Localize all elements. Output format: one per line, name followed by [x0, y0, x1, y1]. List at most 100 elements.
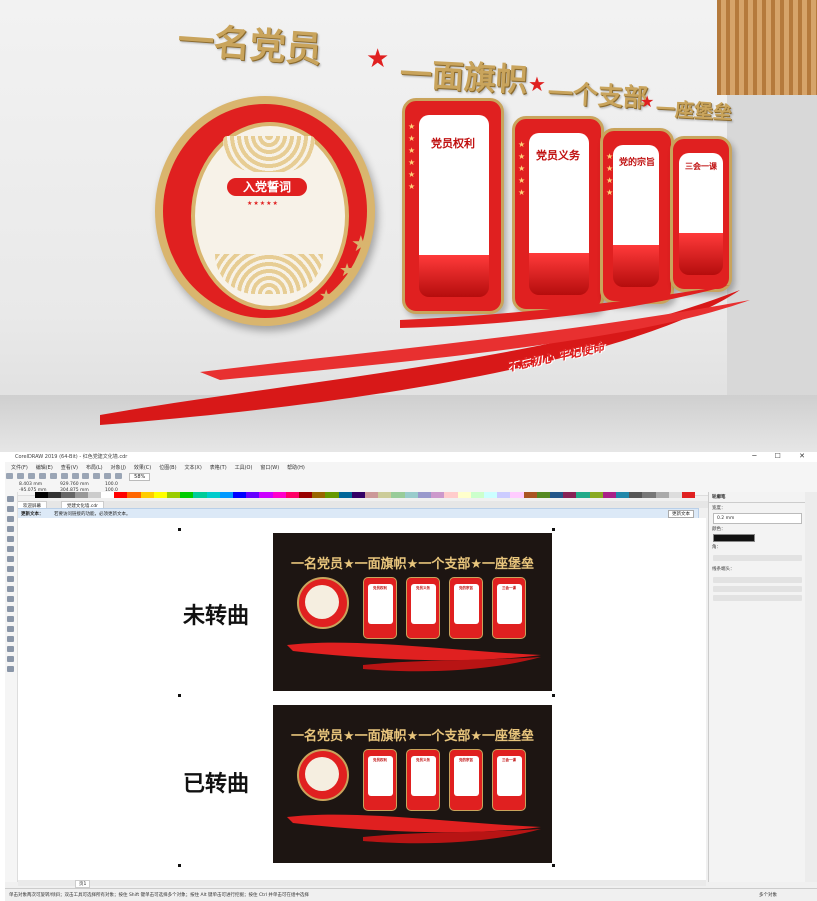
selection-handle[interactable] [552, 864, 555, 867]
docker-tab-strip[interactable] [805, 492, 817, 882]
smart-fill-icon[interactable] [7, 656, 14, 662]
palette-swatch[interactable] [417, 492, 432, 498]
outline-color-swatch[interactable] [713, 534, 755, 542]
palette-swatch[interactable] [470, 492, 484, 498]
palette-swatch[interactable] [629, 492, 643, 498]
palette-swatch[interactable] [404, 492, 418, 498]
palette-swatch[interactable] [193, 492, 207, 498]
menu-window[interactable]: 窗口(W) [260, 464, 279, 471]
palette-swatch[interactable] [576, 492, 590, 498]
menu-help[interactable]: 帮助(H) [287, 464, 305, 471]
ellipse-tool-icon[interactable] [7, 566, 14, 572]
palette-swatch[interactable] [180, 492, 194, 498]
palette-swatch[interactable] [642, 492, 656, 498]
palette-swatch[interactable] [655, 492, 669, 498]
outline-width-field[interactable]: 0.2 mm [713, 513, 802, 524]
palette-swatch[interactable] [127, 492, 141, 498]
width-field[interactable]: 929.760 mm [60, 482, 89, 487]
window-controls[interactable]: ─ ☐ ✕ [752, 452, 813, 460]
palette-swatch[interactable] [497, 492, 511, 498]
print-icon[interactable] [38, 473, 46, 479]
palette-swatch[interactable] [325, 492, 339, 498]
zoom-select[interactable]: 58% [129, 473, 151, 481]
palette-swatch[interactable] [602, 492, 616, 498]
new-icon[interactable] [6, 473, 13, 479]
menu-tools[interactable]: 工具(O) [235, 464, 253, 471]
palette-swatch[interactable] [272, 492, 286, 498]
palette-swatch[interactable] [457, 492, 471, 498]
interactive-fill-icon[interactable] [7, 646, 14, 652]
palette-swatch[interactable] [87, 492, 102, 498]
undo-icon[interactable] [82, 473, 90, 479]
copy-icon[interactable] [60, 473, 68, 479]
redo-icon[interactable] [93, 473, 101, 479]
palette-swatch[interactable] [114, 492, 128, 498]
cut-icon[interactable] [49, 473, 57, 479]
menu-file[interactable]: 文件(F) [11, 464, 28, 471]
palette-swatch[interactable] [483, 492, 498, 498]
menu-view[interactable]: 查看(V) [61, 464, 78, 471]
page-tab[interactable]: 页1 [75, 880, 91, 888]
palette-swatch[interactable] [299, 492, 313, 498]
freehand-tool-icon[interactable] [7, 536, 14, 542]
menu-text[interactable]: 文本(X) [184, 464, 201, 471]
palette-swatch[interactable] [365, 492, 379, 498]
palette-swatch[interactable] [536, 492, 550, 498]
corner-options[interactable] [713, 555, 802, 561]
palette-swatch[interactable] [74, 492, 88, 498]
palette-swatch[interactable] [48, 492, 62, 498]
artwork-converted[interactable]: 一名党员★一面旗帜★一个支部★一座堡垒 党员权利 党员义务 党的宗旨 三会一课 [273, 705, 552, 863]
palette-swatch[interactable] [378, 492, 392, 498]
palette-swatch[interactable] [219, 492, 234, 498]
palette-swatch[interactable] [312, 492, 326, 498]
text-tool-icon[interactable] [7, 586, 14, 592]
rectangle-tool-icon[interactable] [7, 556, 14, 562]
update-text-button[interactable]: 更新文本 [668, 510, 694, 518]
polygon-tool-icon[interactable] [7, 576, 14, 582]
palette-swatch[interactable] [681, 492, 696, 498]
drop-shadow-icon[interactable] [7, 616, 14, 622]
palette-swatch[interactable] [259, 492, 273, 498]
artistic-media-icon[interactable] [7, 546, 14, 552]
palette-swatch[interactable] [431, 492, 445, 498]
palette-swatch[interactable] [549, 492, 564, 498]
palette-swatch[interactable] [615, 492, 630, 498]
menu-effects[interactable]: 效果(C) [134, 464, 151, 471]
menu-bitmaps[interactable]: 位图(B) [159, 464, 176, 471]
palette-swatch[interactable] [35, 492, 49, 498]
palette-swatch[interactable] [668, 492, 682, 498]
import-icon[interactable] [104, 473, 112, 479]
open-icon[interactable] [16, 473, 24, 479]
eyedropper-icon[interactable] [7, 636, 14, 642]
save-icon[interactable] [27, 473, 35, 479]
line-caps-options[interactable] [713, 577, 802, 583]
palette-swatch[interactable] [523, 492, 537, 498]
palette-swatch[interactable] [233, 492, 247, 498]
palette-swatch[interactable] [101, 492, 115, 498]
palette-swatch[interactable] [444, 492, 458, 498]
docker-option[interactable] [713, 586, 802, 592]
palette-swatch[interactable] [510, 492, 524, 498]
connector-tool-icon[interactable] [7, 606, 14, 612]
palette-swatch[interactable] [153, 492, 168, 498]
drawing-canvas[interactable]: 未转曲 已转曲 一名党员★一面旗帜★一个支部★一座堡垒 党员权利 党员义务 党的… [18, 518, 706, 880]
menu-edit[interactable]: 编辑(E) [36, 464, 53, 471]
parallel-dimension-icon[interactable] [7, 596, 14, 602]
palette-swatch[interactable] [338, 492, 352, 498]
palette-swatch[interactable] [589, 492, 603, 498]
artwork-not-converted[interactable]: 一名党员★一面旗帜★一个支部★一座堡垒 党员权利 党员义务 党的宗旨 三会一课 [273, 533, 552, 691]
horizontal-scrollbar[interactable] [18, 880, 706, 886]
paste-icon[interactable] [71, 473, 79, 479]
export-icon[interactable] [115, 473, 123, 479]
pick-tool-icon[interactable] [7, 496, 14, 502]
transparency-icon[interactable] [7, 626, 14, 632]
palette-swatch[interactable] [246, 492, 260, 498]
menu-layout[interactable]: 布局(L) [86, 464, 103, 471]
selection-handle[interactable] [178, 864, 181, 867]
docker-option[interactable] [713, 595, 802, 601]
menu-table[interactable]: 表格(T) [210, 464, 227, 471]
x-coordinate[interactable]: 8.403 mm [19, 482, 42, 487]
scale-x-field[interactable]: 100.0 [105, 482, 118, 487]
color-palette[interactable] [35, 492, 696, 498]
palette-swatch[interactable] [563, 492, 577, 498]
